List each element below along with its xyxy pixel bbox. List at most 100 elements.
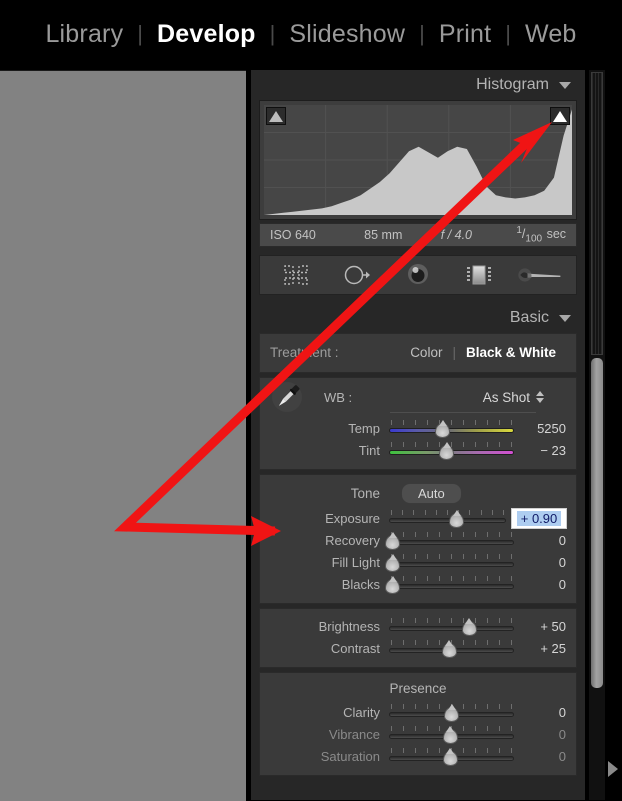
module-item-library[interactable]: Library (31, 20, 137, 49)
slider-handle[interactable] (461, 618, 477, 636)
slider-label-temp[interactable]: Temp (270, 421, 389, 436)
value-text: + 0.90 (517, 510, 561, 526)
slider-recovery[interactable] (385, 530, 514, 550)
shadow-clipping-indicator[interactable] (266, 107, 286, 125)
auto-tone-button[interactable]: Auto (401, 482, 462, 504)
treatment-option-color[interactable]: Color (400, 345, 452, 360)
value-tint[interactable]: − 23 (520, 443, 566, 458)
slider-track[interactable] (389, 626, 514, 631)
slider-label-vibrance[interactable]: Vibrance (270, 727, 389, 742)
slider-label-exposure[interactable]: Exposure (270, 511, 389, 526)
slider-track[interactable] (389, 518, 506, 523)
basic-panel-header[interactable]: Basic (251, 303, 585, 333)
crop-overlay-tool[interactable] (273, 260, 319, 290)
slider-label-tint[interactable]: Tint (270, 443, 389, 458)
slider-ticks (389, 576, 514, 581)
histogram-panel-header[interactable]: Histogram (251, 70, 585, 100)
slider-label-recovery[interactable]: Recovery (270, 533, 389, 548)
slider-track[interactable] (389, 584, 514, 589)
right-panel-scrollbar[interactable] (588, 70, 605, 800)
value-contrast[interactable]: + 25 (520, 641, 566, 656)
highlight-clipping-indicator[interactable] (550, 107, 570, 125)
value-brightness[interactable]: + 50 (520, 619, 566, 634)
treatment-section: Treatment : Color | Black & White (259, 333, 577, 373)
white-balance-selector-eyedropper-icon[interactable] (264, 377, 310, 417)
slider-temp[interactable] (389, 418, 514, 438)
slider-handle[interactable] (442, 726, 458, 744)
adjustment-brush-tool[interactable] (517, 260, 563, 290)
module-item-web[interactable]: Web (511, 20, 591, 49)
slider-contrast[interactable] (389, 638, 514, 658)
presence-title: Presence (389, 681, 447, 696)
slider-brightness[interactable] (389, 616, 514, 636)
presence-row-clarity: Clarity 0 (270, 701, 566, 723)
slider-saturation[interactable] (389, 746, 514, 766)
slider-track[interactable] (389, 540, 514, 545)
slider-label-saturation[interactable]: Saturation (270, 749, 389, 764)
slider-handle[interactable] (385, 554, 401, 572)
spot-removal-tool[interactable] (334, 260, 380, 290)
slider-handle[interactable] (442, 748, 458, 766)
slider-handle[interactable] (439, 442, 454, 460)
value-fill-light[interactable]: 0 (520, 555, 566, 570)
slider-exposure[interactable] (389, 508, 506, 528)
slider-tint[interactable] (389, 440, 514, 460)
value-vibrance[interactable]: 0 (520, 727, 566, 742)
shutter-unit: sec (546, 227, 567, 242)
chevron-down-icon[interactable] (559, 314, 571, 322)
show-hide-right-panel-arrow[interactable] (604, 758, 622, 780)
slider-blacks[interactable] (385, 574, 514, 594)
red-eye-correction-tool[interactable] (395, 260, 441, 290)
tone-row-recovery: Recovery 0 (270, 529, 566, 551)
module-item-slideshow[interactable]: Slideshow (275, 20, 419, 49)
shutter-numerator: 1 (516, 225, 522, 237)
brightness-contrast-slider-list: Brightness + 50 Contrast + 25 (270, 615, 566, 659)
slider-label-blacks[interactable]: Blacks (270, 577, 389, 592)
slider-handle[interactable] (385, 532, 401, 550)
slider-vibrance[interactable] (389, 724, 514, 744)
slider-label-brightness[interactable]: Brightness (270, 619, 389, 634)
slider-label-contrast[interactable]: Contrast (270, 641, 389, 656)
presence-slider-list: Clarity 0 Vibrance 0 Saturation 0 (270, 701, 566, 767)
scrollbar-track[interactable] (591, 72, 603, 355)
slider-fill-light[interactable] (385, 552, 514, 572)
tone-title: Tone (350, 485, 380, 501)
image-preview-area[interactable] (0, 70, 246, 801)
value-recovery[interactable]: 0 (520, 533, 566, 548)
slider-label-clarity[interactable]: Clarity (270, 705, 389, 720)
tone-section: Tone Auto Exposure + 0.90 Recovery 0 Fill Li… (259, 474, 577, 604)
module-picker-bar: Library | Develop | Slideshow | Print | Web (0, 0, 622, 68)
graduated-filter-tool[interactable] (456, 260, 502, 290)
wb-divider (390, 412, 536, 413)
wb-preset-dropdown[interactable]: As Shot (352, 390, 566, 405)
chevron-down-icon[interactable] (559, 81, 571, 89)
slider-handle[interactable] (385, 576, 401, 594)
lightroom-develop-window: Library | Develop | Slideshow | Print | Web Hist… (0, 0, 622, 801)
updown-arrows-icon (536, 391, 544, 403)
histogram-widget[interactable] (259, 100, 577, 220)
module-item-print[interactable]: Print (425, 20, 505, 49)
value-saturation[interactable]: 0 (520, 749, 566, 764)
slider-clarity[interactable] (389, 702, 514, 722)
slider-track[interactable] (389, 428, 514, 433)
value-temp[interactable]: 5250 (520, 421, 566, 436)
presence-row-saturation: Saturation 0 (270, 745, 566, 767)
value-field-exposure[interactable]: + 0.90 (511, 507, 567, 529)
scrollbar-thumb[interactable] (591, 358, 603, 688)
module-item-develop[interactable]: Develop (143, 20, 270, 49)
slider-handle[interactable] (449, 510, 465, 528)
exif-iso: ISO 640 (270, 228, 316, 242)
value-blacks[interactable]: 0 (520, 577, 566, 592)
slider-handle[interactable] (435, 420, 451, 438)
tone-row-blacks: Blacks 0 (270, 573, 566, 595)
treatment-option-black-and-white[interactable]: Black & White (456, 345, 566, 360)
wb-row-temp: Temp 5250 (270, 417, 566, 439)
value-clarity[interactable]: 0 (520, 705, 566, 720)
slider-handle[interactable] (444, 704, 459, 722)
histogram-luminance-area (264, 109, 572, 215)
bc-row-brightness: Brightness + 50 (270, 615, 566, 637)
slider-handle[interactable] (441, 640, 457, 658)
slider-label-fill-light[interactable]: Fill Light (270, 555, 389, 570)
slider-track[interactable] (389, 562, 514, 567)
presence-row-vibrance: Vibrance 0 (270, 723, 566, 745)
